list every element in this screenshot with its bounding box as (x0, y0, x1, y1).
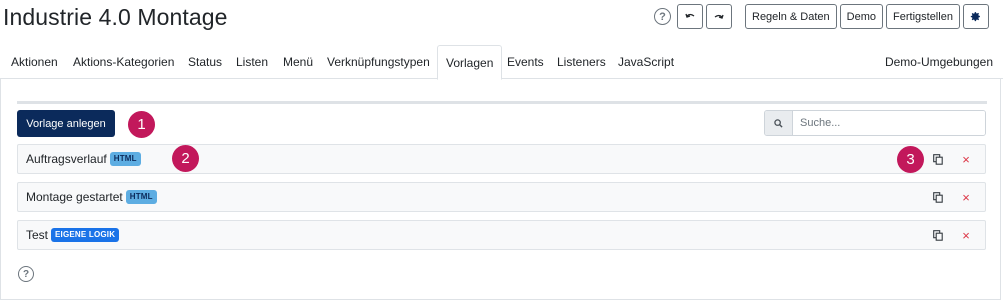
settings-button[interactable] (962, 4, 989, 29)
tab-aktions-kategorien[interactable]: Aktions-Kategorien (73, 45, 174, 79)
template-name: Montage gestartet (26, 190, 123, 204)
tab-status[interactable]: Status (188, 45, 222, 79)
undo-button[interactable] (677, 4, 703, 29)
undo-icon (685, 13, 695, 18)
copy-icon (933, 229, 943, 241)
template-row[interactable]: Montage gestartet HTML × (17, 182, 986, 212)
row-actions: × (919, 183, 975, 211)
tab-listen[interactable]: Listen (236, 45, 268, 79)
copy-button[interactable] (929, 226, 947, 244)
type-badge: EIGENE LOGIK (51, 228, 120, 242)
search-box (764, 110, 986, 136)
tab-vorlagen[interactable]: Vorlagen (437, 45, 503, 80)
redo-button[interactable] (706, 4, 732, 29)
help-icon[interactable]: ? (654, 8, 671, 25)
rules-data-button[interactable]: Regeln & Daten (745, 4, 837, 29)
copy-button[interactable] (929, 188, 947, 206)
tab-aktionen[interactable]: Aktionen (11, 45, 58, 79)
annotation-marker-1: 1 (128, 111, 155, 138)
template-name: Auftragsverlauf (26, 152, 107, 166)
type-badge: HTML (109, 152, 141, 166)
help-icon[interactable]: ? (18, 266, 34, 282)
copy-icon (933, 191, 943, 203)
demo-button[interactable]: Demo (839, 4, 884, 29)
template-row[interactable]: Test EIGENE LOGIK × (17, 220, 986, 250)
annotation-marker-3: 3 (897, 146, 924, 173)
type-badge: HTML (125, 190, 157, 204)
redo-icon (714, 14, 724, 19)
delete-button[interactable]: × (957, 188, 975, 206)
row-actions: × (919, 145, 975, 173)
tab-bar: Aktionen Aktions-Kategorien Status Liste… (0, 45, 1003, 80)
template-name: Test (26, 228, 49, 242)
search-input[interactable] (793, 111, 985, 135)
search-icon (765, 111, 793, 135)
row-actions: × (919, 221, 975, 249)
tab-events[interactable]: Events (507, 45, 544, 79)
tab-demo-umgebungen[interactable]: Demo-Umgebungen (885, 45, 993, 79)
tab-javascript[interactable]: JavaScript (618, 45, 674, 79)
toolbar: ? Regeln & Daten Demo Fertigstellen (652, 4, 992, 29)
create-template-button[interactable]: Vorlage anlegen (17, 110, 115, 137)
tab-menu[interactable]: Menü (283, 45, 313, 79)
tab-verknuepfungstypen[interactable]: Verknüpfungstypen (327, 45, 430, 79)
delete-button[interactable]: × (957, 226, 975, 244)
tab-listeners[interactable]: Listeners (557, 45, 606, 79)
divider (17, 101, 987, 104)
gear-icon (971, 12, 981, 22)
finish-button[interactable]: Fertigstellen (886, 4, 960, 29)
copy-icon (933, 153, 943, 165)
annotation-marker-2: 2 (172, 145, 199, 172)
page-title: Industrie 4.0 Montage (3, 4, 228, 30)
delete-button[interactable]: × (957, 150, 975, 168)
copy-button[interactable] (929, 150, 947, 168)
template-row[interactable]: Auftragsverlauf HTML × (17, 144, 986, 174)
